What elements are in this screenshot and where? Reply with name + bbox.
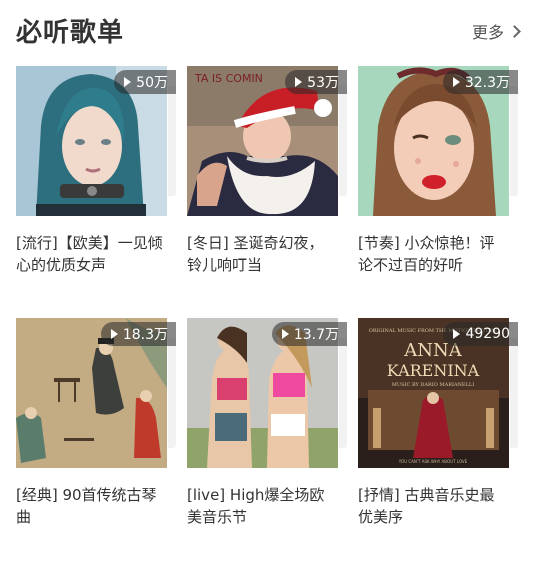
playlist-title[interactable]: [节奏] 小众惊艳！评论不过百的好听 [358, 232, 508, 276]
cover-title-bottom: KARENINA [387, 361, 480, 380]
play-count-badge: 18.3万 [100, 322, 176, 346]
playlist-cover[interactable]: 18.3万 [16, 318, 176, 468]
play-count: 18.3万 [122, 327, 168, 343]
cover-stack-edge [168, 338, 176, 448]
cover-stack-edge [510, 338, 518, 448]
play-icon [110, 329, 118, 339]
playlist-title[interactable]: [抒情] 古典音乐史最优美序 [358, 484, 508, 528]
playlist-card[interactable]: ORIGINAL MUSIC FROM THE MOTION PICTURE A… [358, 318, 518, 526]
cover-tagline: YOU CAN'T ASK WHY ABOUT LOVE [398, 459, 468, 464]
cover-composer: MUSIC BY DARIO MARIANELLI [392, 382, 474, 388]
playlist-cover[interactable]: 13.7万 [187, 318, 347, 468]
playlist-card[interactable]: 50万 [流行]【欧美】一见倾心的优质女声 [16, 66, 176, 274]
playlist-card[interactable]: 18.3万 [经典] 90首传统古琴曲 [16, 318, 176, 526]
play-icon [452, 77, 460, 87]
playlist-card[interactable]: TA IS COMIN 53万 [冬日] 圣诞奇幻夜，铃儿响叮当 [187, 66, 347, 274]
section-header: 必听歌单 更多 [16, 10, 521, 50]
play-icon [295, 77, 303, 87]
play-icon [453, 329, 461, 339]
play-icon [281, 329, 289, 339]
play-count: 49290 [465, 326, 510, 342]
playlist-cover[interactable]: ORIGINAL MUSIC FROM THE MOTION PICTURE A… [358, 318, 518, 468]
playlist-card[interactable]: 13.7万 [live] High爆全场欧美音乐节 [187, 318, 347, 526]
play-count-badge: 13.7万 [271, 322, 347, 346]
chevron-right-icon [508, 25, 521, 38]
more-button[interactable]: 更多 [471, 19, 521, 43]
cover-stack-edge [168, 86, 176, 196]
cover-sign-text: TA IS COMIN [194, 72, 263, 85]
play-count-badge: 32.3万 [442, 70, 518, 94]
cover-stack-edge [510, 86, 518, 196]
play-count-badge: 53万 [285, 70, 347, 94]
playlist-cover[interactable]: 50万 [16, 66, 176, 216]
play-count: 50万 [136, 75, 168, 91]
play-count: 53万 [307, 75, 339, 91]
cover-stack-edge [339, 338, 347, 448]
cover-stack-edge [339, 86, 347, 196]
playlist-cover[interactable]: TA IS COMIN 53万 [187, 66, 347, 216]
playlist-cover[interactable]: 32.3万 [358, 66, 518, 216]
playlist-title[interactable]: [流行]【欧美】一见倾心的优质女声 [16, 232, 166, 276]
play-count: 32.3万 [464, 75, 510, 91]
play-count-badge: 50万 [114, 70, 176, 94]
playlist-title[interactable]: [经典] 90首传统古琴曲 [16, 484, 166, 528]
section-title: 必听歌单 [16, 18, 125, 48]
play-icon [124, 77, 132, 87]
playlist-title[interactable]: [live] High爆全场欧美音乐节 [187, 484, 337, 528]
playlist-card[interactable]: 32.3万 [节奏] 小众惊艳！评论不过百的好听 [358, 66, 518, 274]
more-label: 更多 [471, 23, 504, 42]
play-count: 13.7万 [293, 327, 339, 343]
play-count-badge: 49290 [443, 322, 518, 346]
playlist-title[interactable]: [冬日] 圣诞奇幻夜，铃儿响叮当 [187, 232, 337, 276]
